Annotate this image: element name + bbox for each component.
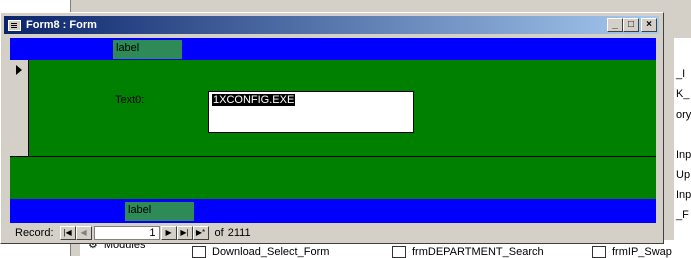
close-button[interactable]: × bbox=[641, 18, 657, 32]
form-footer-section bbox=[10, 199, 656, 223]
previous-record-button[interactable]: ◀ bbox=[75, 225, 92, 240]
background-list-item[interactable]: K_ bbox=[676, 88, 689, 100]
title-bar[interactable]: Form8 : Form _ □ × bbox=[4, 16, 659, 34]
window-title: Form8 : Form bbox=[26, 19, 97, 31]
total-records: 2111 bbox=[227, 226, 251, 239]
form-icon bbox=[592, 246, 606, 258]
new-record-button[interactable]: ▶* bbox=[192, 225, 209, 240]
background-form-label: frmIP_Swap bbox=[612, 246, 672, 258]
maximize-button[interactable]: □ bbox=[623, 18, 639, 32]
detail-empty-area bbox=[10, 157, 656, 199]
form-icon bbox=[8, 19, 21, 31]
record-selector[interactable] bbox=[10, 60, 29, 156]
minimize-button[interactable]: _ bbox=[607, 18, 623, 32]
background-list-item[interactable]: _F bbox=[676, 209, 689, 221]
record-navigation-bar: Record: |◀ ◀ 1 ▶ ▶| ▶* of 2111 bbox=[10, 224, 656, 241]
current-record-arrow-icon bbox=[16, 65, 22, 75]
background-list-item[interactable]: Up bbox=[676, 169, 690, 181]
background-list-item[interactable]: Inp bbox=[676, 189, 691, 201]
background-list-item[interactable]: _I bbox=[676, 68, 685, 80]
form-icon bbox=[192, 246, 206, 258]
of-label: of bbox=[214, 226, 224, 239]
background-list-item[interactable]: ory bbox=[676, 109, 691, 121]
current-record-input[interactable]: 1 bbox=[93, 225, 160, 240]
next-record-button[interactable]: ▶ bbox=[160, 225, 177, 240]
background-list-item[interactable]: Inp bbox=[676, 149, 691, 161]
header-label: label bbox=[113, 40, 182, 59]
form-header-section bbox=[10, 38, 656, 60]
last-record-button[interactable]: ▶| bbox=[176, 225, 193, 240]
text0-field[interactable]: 1XCONFIG.EXE bbox=[208, 91, 414, 133]
background-form-label: Download_Select_Form bbox=[212, 246, 330, 258]
first-record-button[interactable]: |◀ bbox=[59, 225, 76, 240]
text0-label: Text0: bbox=[115, 94, 145, 106]
text0-value: 1XCONFIG.EXE bbox=[212, 94, 296, 106]
background-form-item[interactable]: Download_Select_Form bbox=[192, 246, 329, 258]
background-form-label: frmDEPARTMENT_Search bbox=[412, 246, 544, 258]
form-icon bbox=[392, 246, 406, 258]
background-form-item[interactable]: frmIP_Swap bbox=[592, 246, 672, 258]
background-form-item[interactable]: frmDEPARTMENT_Search bbox=[392, 246, 544, 258]
window-controls: _ □ × bbox=[607, 18, 657, 32]
record-label: Record: bbox=[15, 226, 54, 239]
footer-label: label bbox=[125, 202, 194, 221]
